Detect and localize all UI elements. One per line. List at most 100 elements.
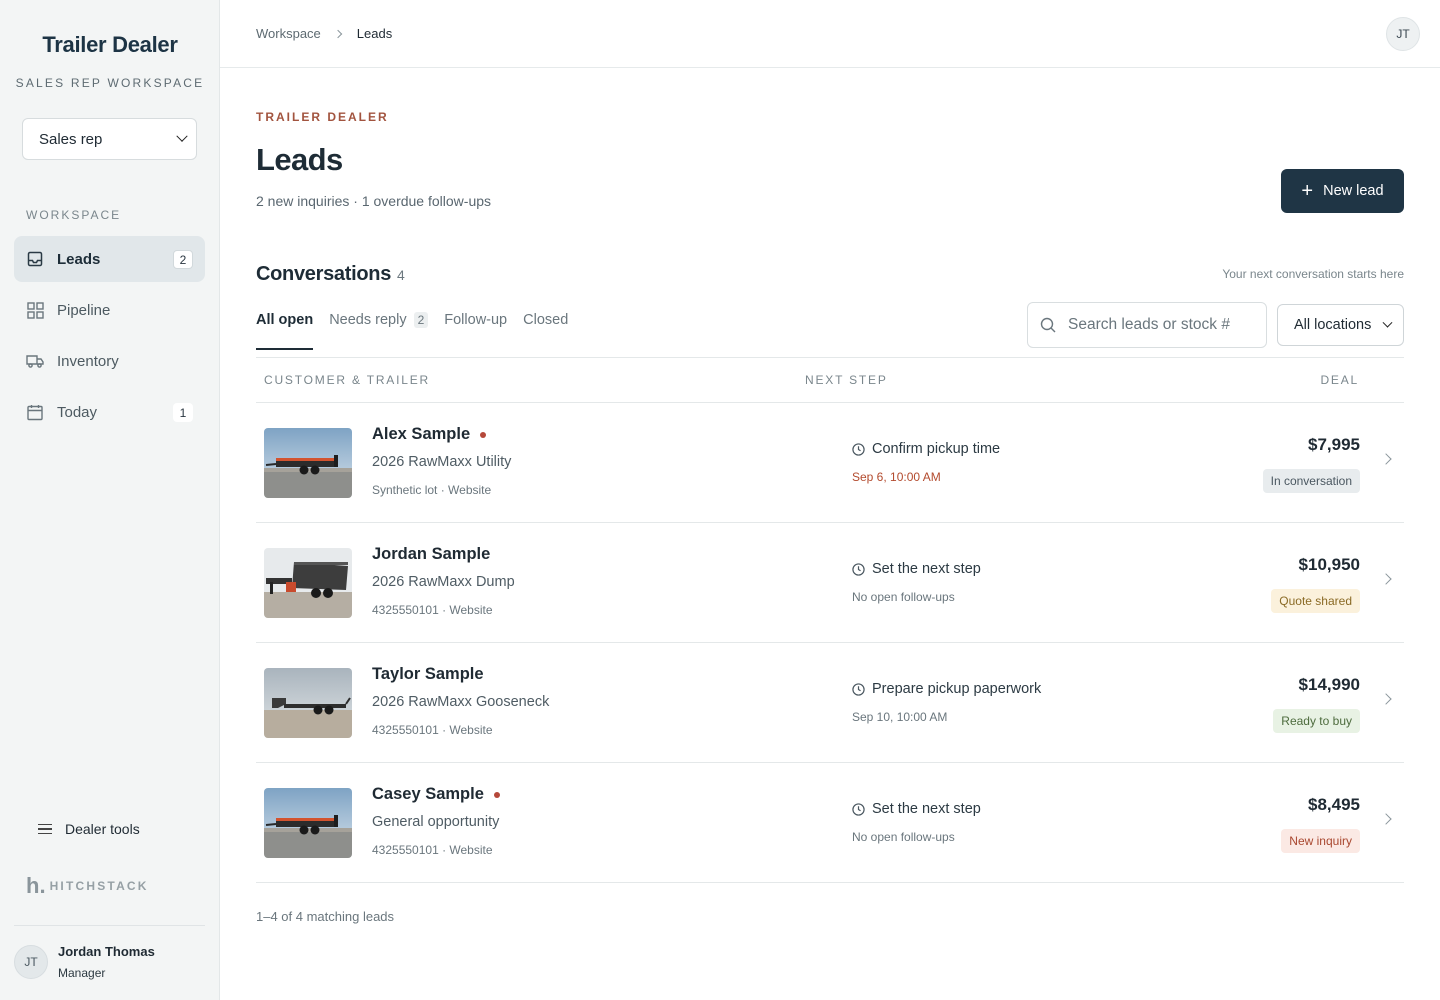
page-title: Leads bbox=[256, 142, 343, 177]
column-header-next-step: NEXT STEP bbox=[805, 373, 888, 387]
next-step-date: No open follow-ups bbox=[852, 590, 955, 604]
customer-name: Alex Sample bbox=[372, 425, 471, 443]
tab-needs-reply[interactable]: Needs reply 2 bbox=[329, 312, 429, 350]
plus-icon: + bbox=[1301, 180, 1314, 202]
trailer-name: 2026 RawMaxx Dump bbox=[372, 574, 515, 590]
grid-icon bbox=[26, 301, 44, 319]
leads-count-badge: 2 bbox=[173, 250, 193, 269]
lead-meta: 4325550101 · Website bbox=[372, 843, 493, 857]
sidebar-item-today[interactable]: Today 1 bbox=[14, 389, 205, 435]
user-role: Manager bbox=[58, 966, 106, 980]
tab-follow-up[interactable]: Follow-up bbox=[444, 312, 507, 350]
next-step-label: Set the next step bbox=[872, 561, 981, 577]
chevron-right-icon[interactable] bbox=[1380, 693, 1392, 705]
user-name: Jordan Thomas bbox=[58, 944, 155, 959]
section-count: 4 bbox=[397, 267, 405, 283]
hitchstack-logo-mark: h. bbox=[26, 873, 46, 898]
clock-icon bbox=[852, 802, 865, 816]
sidebar-item-label: Today bbox=[57, 403, 98, 421]
brand-subtitle: SALES REP WORKSPACE bbox=[15, 76, 205, 90]
new-lead-button[interactable]: + New lead bbox=[1281, 169, 1404, 213]
unread-dot-icon bbox=[480, 431, 487, 438]
truck-icon bbox=[26, 352, 44, 370]
breadcrumb-current: Leads bbox=[356, 26, 393, 41]
lead-meta: Synthetic lot · Website bbox=[372, 483, 492, 497]
customer-name-wrap: Casey Sample bbox=[372, 785, 500, 804]
chevron-right-icon[interactable] bbox=[1380, 813, 1392, 825]
search-input[interactable]: Search leads or stock # bbox=[1027, 302, 1267, 348]
sidebar-item-pipeline[interactable]: Pipeline bbox=[14, 287, 205, 333]
deal-amount: $10,950 bbox=[1298, 555, 1360, 574]
trailer-thumbnail bbox=[264, 668, 352, 738]
next-step-label: Prepare pickup paperwork bbox=[872, 681, 1042, 697]
trailer-thumbnail bbox=[264, 428, 352, 498]
chevron-down-icon bbox=[176, 130, 188, 142]
tab-all-open[interactable]: All open bbox=[256, 312, 314, 350]
tab-label: All open bbox=[256, 312, 314, 328]
trailer-name: 2026 RawMaxx Gooseneck bbox=[372, 694, 550, 710]
status-badge: New inquiry bbox=[1281, 829, 1360, 853]
location-select[interactable]: All locations bbox=[1277, 304, 1404, 346]
lead-row[interactable]: Alex Sample 2026 RawMaxx Utility Synthetic… bbox=[256, 403, 1404, 523]
chevron-right-icon[interactable] bbox=[1380, 573, 1392, 585]
trailer-thumbnail bbox=[264, 548, 352, 618]
menu-icon bbox=[38, 823, 52, 835]
deal-amount: $8,495 bbox=[1308, 795, 1360, 814]
status-badge: Quote shared bbox=[1271, 589, 1360, 613]
sidebar: Trailer Dealer SALES REP WORKSPACE Sales… bbox=[0, 0, 220, 1000]
status-badge: In conversation bbox=[1262, 469, 1360, 493]
brand-title: Trailer Dealer bbox=[42, 32, 178, 57]
customer-name-wrap: Taylor Sample bbox=[372, 665, 484, 684]
hitchstack-logo: h. HITCHSTACK bbox=[26, 873, 149, 898]
workspace-section-label: WORKSPACE bbox=[26, 208, 122, 222]
lead-meta: 4325550101 · Website bbox=[372, 603, 493, 617]
dealer-tools-button[interactable]: Dealer tools bbox=[38, 821, 140, 837]
clock-icon bbox=[852, 682, 865, 696]
customer-name: Jordan Sample bbox=[372, 545, 491, 563]
next-step: Set the next step bbox=[852, 801, 981, 817]
lead-row[interactable]: Jordan Sample 2026 RawMaxx Dump 4325550101… bbox=[256, 523, 1404, 643]
chevron-right-icon[interactable] bbox=[1380, 453, 1392, 465]
section-title: Conversations bbox=[256, 263, 392, 285]
next-step-date: Sep 6, 10:00 AM bbox=[852, 470, 941, 484]
sidebar-item-leads[interactable]: Leads 2 bbox=[14, 236, 205, 282]
sidebar-item-inventory[interactable]: Inventory bbox=[14, 338, 205, 384]
next-step: Set the next step bbox=[852, 561, 981, 577]
trailer-name: 2026 RawMaxx Utility bbox=[372, 454, 512, 470]
column-header-deal: DEAL bbox=[1320, 373, 1359, 387]
avatar: JT bbox=[14, 945, 48, 979]
dealer-tools-label: Dealer tools bbox=[65, 821, 140, 837]
deal-amount: $7,995 bbox=[1308, 435, 1360, 454]
sidebar-item-label: Pipeline bbox=[57, 301, 111, 319]
breadcrumb: Workspace Leads bbox=[256, 26, 392, 41]
customer-name-wrap: Alex Sample bbox=[372, 425, 487, 444]
trailer-thumbnail bbox=[264, 788, 352, 858]
lead-row[interactable]: Casey Sample General opportunity 432555010… bbox=[256, 763, 1404, 883]
section-hint: Your next conversation starts here bbox=[1222, 267, 1404, 281]
lead-row[interactable]: Taylor Sample 2026 RawMaxx Gooseneck 43255… bbox=[256, 643, 1404, 763]
result-count: 1–4 of 4 matching leads bbox=[256, 909, 395, 924]
tab-closed[interactable]: Closed bbox=[523, 312, 568, 350]
chevron-right-icon bbox=[333, 29, 343, 38]
deal-amount: $14,990 bbox=[1298, 675, 1360, 694]
new-lead-label: New lead bbox=[1323, 183, 1384, 199]
customer-name: Casey Sample bbox=[372, 785, 484, 803]
tab-label: Needs reply bbox=[329, 312, 407, 328]
customer-name-wrap: Jordan Sample bbox=[372, 545, 490, 564]
trailer-name: General opportunity bbox=[372, 814, 500, 830]
breadcrumb-workspace[interactable]: Workspace bbox=[256, 26, 321, 41]
customer-name: Taylor Sample bbox=[372, 665, 484, 683]
column-header-customer: CUSTOMER & TRAILER bbox=[264, 373, 430, 387]
unread-dot-icon bbox=[493, 791, 500, 798]
top-bar: Workspace Leads JT bbox=[220, 0, 1440, 68]
clock-icon bbox=[852, 442, 865, 456]
avatar[interactable]: JT bbox=[1386, 17, 1420, 51]
status-badge: Ready to buy bbox=[1273, 709, 1360, 733]
next-step-date: Sep 10, 10:00 AM bbox=[852, 710, 948, 724]
user-profile[interactable]: JT Jordan Thomas Manager bbox=[14, 944, 155, 980]
tab-label: Closed bbox=[523, 312, 569, 328]
clock-icon bbox=[852, 562, 865, 576]
lead-meta: 4325550101 · Website bbox=[372, 723, 493, 737]
role-select[interactable]: Sales rep bbox=[22, 118, 197, 160]
tab-label: Follow-up bbox=[444, 312, 508, 328]
